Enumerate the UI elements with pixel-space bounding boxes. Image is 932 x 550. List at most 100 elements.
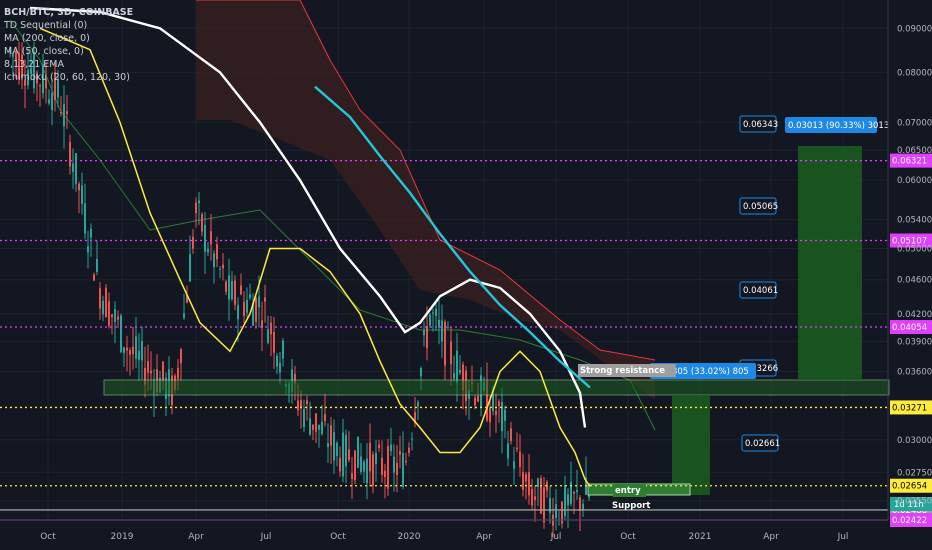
candle-body [582,503,584,510]
candle-body [267,329,269,343]
candle-body [504,409,506,421]
indicator-ma-50[interactable]: MA (50, close, 0) [4,45,133,58]
x-tick-label: Jul [550,532,562,542]
candle-body [450,341,452,365]
candle-body [321,421,323,434]
candle-body [207,248,209,253]
level-price-label: 0.04054 [892,323,927,333]
candle-body [543,487,545,523]
candle-body [510,428,512,442]
candle-body [273,331,275,353]
symbol-title: BCH/BTC, 3D, COINBASE [4,7,134,18]
candle-body [195,202,197,214]
candle-body [75,153,77,184]
candle-body [192,236,194,249]
candle-body [108,301,110,327]
candle-body [459,369,461,373]
candle-body [507,443,509,459]
candle-body [405,460,407,463]
candle-body [315,413,317,432]
candle-body [411,438,413,440]
candle-body [90,228,92,238]
indicator-ema[interactable]: 8,13,21 EMA [4,58,133,71]
candle-body [372,454,374,486]
y-tick-label: 0.03600 [897,368,932,378]
candle-body [567,494,569,506]
candle-body [126,347,128,351]
indicator-td-sequential[interactable]: TD Sequential (0) [4,19,133,32]
candle-body [312,424,314,430]
x-tick-label: Oct [620,532,636,542]
price-callout-label: 0.02661 [745,439,780,449]
x-tick-label: Jul [837,532,849,542]
candle-body [369,442,371,472]
annotation-label: entry [615,486,641,496]
candle-body [444,321,446,366]
candle-body [216,244,218,260]
candle-body [378,444,380,449]
candle-body [393,456,395,473]
candle-body [201,214,203,232]
candle-body [573,491,575,494]
candle-body [123,347,125,353]
candle-body [474,397,476,406]
candle-body [228,275,230,300]
candle-body [495,410,497,416]
candle-body [432,312,434,314]
candle-body [51,93,53,111]
candle-body [135,336,137,359]
candle-body [81,185,83,204]
candle-body [258,296,260,308]
candle-body [78,183,80,191]
candle-body [96,258,98,272]
candle-body [180,349,182,364]
candle-body [114,309,116,322]
indicator-ichimoku[interactable]: Ichimoku (20, 60, 120, 30) [4,71,133,84]
candle-body [231,280,233,300]
price-callout-label: 0.06343 [743,120,778,130]
y-tick-label: 0.02550 [897,497,932,507]
candle-body [438,319,440,328]
candle-body [276,355,278,367]
candle-body [297,400,299,411]
candle-body [87,246,89,253]
candle-body [513,461,515,469]
candle-body [336,443,338,456]
candle-body [381,457,383,475]
candle-body [342,432,344,477]
x-tick-label: Oct [330,532,346,542]
candle-body [339,457,341,472]
candle-body [105,287,107,318]
candle-body [243,301,245,316]
candle-body [183,313,185,318]
candle-body [363,461,365,472]
candle-body [540,478,542,514]
level-price-label: 0.03271 [892,403,927,413]
y-tick-label: 0.06500 [897,146,932,156]
y-tick-label: 0.05400 [897,216,932,226]
y-tick-label: 0.02750 [897,468,932,478]
price-chart[interactable]: 0.063210.051070.040540.032710.026540.024… [0,0,932,550]
level-price-label: 0.02422 [892,516,927,526]
candle-body [213,253,215,268]
candle-body [306,400,308,405]
candle-body [249,294,251,298]
x-tick-label: 2020 [398,532,421,542]
indicator-ma-200[interactable]: MA (200, close, 0) [4,32,133,45]
annotation-label: Support [612,501,650,511]
candle-body [177,367,179,379]
candle-body [522,472,524,490]
candle-body [399,450,401,455]
candle-body [279,363,281,373]
candle-body [555,504,557,519]
candle-body [531,488,533,506]
candle-body [366,458,368,484]
x-tick-label: Apr [476,532,492,542]
candle-body [345,434,347,467]
candle-body [99,288,101,309]
candle-body [303,409,305,428]
candle-body [234,280,236,305]
level-price-label: 0.02654 [892,482,927,492]
y-tick-label: 0.03000 [897,436,932,446]
measure-box-2 [798,146,862,380]
